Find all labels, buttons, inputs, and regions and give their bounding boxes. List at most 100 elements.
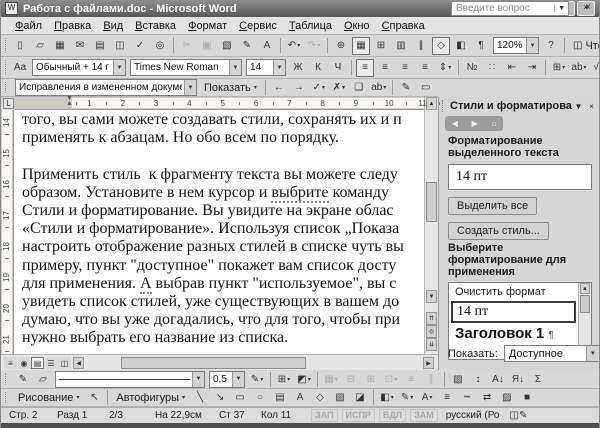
scroll-left-icon[interactable]: ◀ <box>73 357 84 369</box>
type-a-question-box[interactable]: Введите вопрос ▼ <box>451 1 569 16</box>
menu-tools[interactable]: Сервис <box>233 19 283 33</box>
read-mode-button[interactable]: ◫Чтение <box>568 37 600 54</box>
line-icon[interactable]: ╲ <box>191 389 209 407</box>
select-objects-icon[interactable]: ↖ <box>85 389 103 407</box>
equation-icon[interactable]: √α <box>590 59 600 77</box>
text-box-icon[interactable]: ▤ <box>271 389 289 407</box>
zoom-combobox[interactable]: 120%▼ <box>493 37 539 54</box>
menu-insert[interactable]: Вставка <box>129 19 182 33</box>
table-autoformat-icon[interactable]: ▨ <box>449 370 467 388</box>
drawing-icon[interactable]: ◇ <box>432 37 450 55</box>
diagram-icon[interactable]: ◇ <box>311 389 329 407</box>
bulleted-list-icon[interactable]: ∷ <box>483 59 501 77</box>
align-center-button[interactable]: ≡ <box>376 59 394 77</box>
save-icon[interactable]: ▦ <box>51 37 69 55</box>
oval-icon[interactable]: ○ <box>251 389 269 407</box>
merge-cells-icon[interactable]: ⊟ <box>342 370 360 388</box>
italic-button[interactable]: К <box>309 59 327 77</box>
numbered-list-icon[interactable]: № <box>463 59 481 77</box>
close-document-icon[interactable]: × <box>585 2 591 13</box>
autoshapes-menu-button[interactable]: Автофигуры <box>111 389 190 406</box>
chevron-down-icon[interactable]: ▼ <box>113 60 125 75</box>
scroll-up-icon[interactable]: ▲ <box>580 283 590 294</box>
arrow-style-icon[interactable]: ⇄ <box>478 389 496 407</box>
new-document-icon[interactable]: ▯ <box>11 37 29 55</box>
tab-stop-selector[interactable]: L <box>3 98 14 109</box>
sort-ascending-icon[interactable]: А↓ <box>489 370 507 388</box>
chevron-down-icon[interactable]: ▼ <box>192 372 204 387</box>
document-map-icon[interactable]: ◧ <box>452 37 470 55</box>
shadow-style-icon[interactable]: ▨ <box>498 389 516 407</box>
insert-excel-table-icon[interactable]: ▥ <box>392 37 410 55</box>
rectangle-icon[interactable]: ▭ <box>231 389 249 407</box>
bold-button[interactable]: Ж <box>289 59 307 77</box>
insert-picture-icon[interactable]: ◪ <box>351 389 369 407</box>
help-icon[interactable]: ? <box>542 37 560 55</box>
insert-table-icon[interactable]: ⊞ <box>372 37 390 55</box>
status-toggle-вдл[interactable]: ВДЛ <box>379 409 406 422</box>
accept-change-icon[interactable]: ✓ <box>310 79 328 97</box>
line-spacing-icon[interactable]: ⇕ <box>436 59 454 77</box>
line-style-combobox[interactable]: ▼ <box>55 371 205 388</box>
print-icon[interactable]: ▤ <box>91 37 109 55</box>
browse-next-icon[interactable]: ⇊ <box>426 338 437 351</box>
spelling-icon[interactable]: ✓ <box>131 37 149 55</box>
wordart-icon[interactable]: А <box>291 389 309 407</box>
arrow-icon[interactable]: ↘ <box>211 389 229 407</box>
redo-icon[interactable]: ↷ <box>305 37 323 55</box>
browse-previous-icon[interactable]: ⇈ <box>426 312 437 325</box>
hanging-indent-marker[interactable]: ▲ <box>66 100 73 107</box>
previous-change-icon[interactable]: ← <box>270 79 288 97</box>
dash-style-icon[interactable]: ┅ <box>458 389 476 407</box>
menu-file[interactable]: Файл <box>9 19 48 33</box>
insert-table-icon[interactable]: ▦ <box>322 370 340 388</box>
menu-window[interactable]: Окно <box>338 19 376 33</box>
3d-style-icon[interactable]: ■ <box>518 389 536 407</box>
drawing-menu-button[interactable]: Рисование <box>13 389 84 406</box>
web-layout-view-button[interactable]: ◉ <box>18 357 31 369</box>
chevron-down-icon[interactable]: ▼ <box>554 5 568 12</box>
outside-border-icon[interactable]: ⊞ <box>550 59 568 77</box>
print-preview-icon[interactable]: ◫ <box>111 37 129 55</box>
align-right-button[interactable]: ≡ <box>396 59 414 77</box>
document-page[interactable]: того, вы сами можете создавать стили, со… <box>14 110 424 354</box>
indent-markers[interactable]: ▼ ▲ <box>66 95 78 109</box>
split-cells-icon[interactable]: ⊞ <box>362 370 380 388</box>
home-icon[interactable]: ⌂ <box>491 119 496 128</box>
research-icon[interactable]: ◎ <box>151 37 169 55</box>
chevron-down-icon[interactable]: ▼ <box>526 38 538 53</box>
eraser-icon[interactable]: ▱ <box>34 370 52 388</box>
paste-icon[interactable]: ▧ <box>218 37 236 55</box>
text-direction-icon[interactable]: ↕ <box>469 370 487 388</box>
font-color-icon[interactable]: А <box>418 389 436 407</box>
horizontal-scrollbar-thumb[interactable] <box>121 357 306 369</box>
reading-layout-view-button[interactable]: ◫ <box>58 357 71 369</box>
vertical-scrollbar[interactable]: ▲ ▼ ⇈ ◎ ⇊ <box>424 97 438 354</box>
columns-icon[interactable]: ∥ <box>412 37 430 55</box>
styles-list-scrollbar-thumb[interactable] <box>580 295 590 313</box>
menu-format[interactable]: Формат <box>182 19 233 33</box>
underline-button[interactable]: Ч <box>329 59 347 77</box>
chevron-down-icon[interactable]: ▼ <box>232 372 244 387</box>
shading-color-icon[interactable]: ◩ <box>295 370 313 388</box>
line-weight-combobox[interactable]: 0,5▼ <box>209 371 245 388</box>
track-changes-icon[interactable]: ✎ <box>397 79 415 97</box>
current-formatting-field[interactable]: 14 пт <box>448 164 592 190</box>
cell-alignment-icon[interactable]: ⊡ <box>382 370 400 388</box>
scroll-right-icon[interactable]: ▶ <box>423 357 434 369</box>
clear-formatting-item[interactable]: Очистить формат <box>449 283 578 300</box>
task-pane-close-icon[interactable]: × <box>585 100 598 113</box>
highlight-icon[interactable]: ab <box>370 79 388 97</box>
reject-change-icon[interactable]: ✗ <box>330 79 348 97</box>
select-all-button[interactable]: Выделить все <box>448 197 537 215</box>
vertical-scrollbar-thumb[interactable] <box>426 182 437 222</box>
normal-view-button[interactable]: ≡ <box>4 357 17 369</box>
font-tool-icon[interactable]: А <box>258 37 276 55</box>
format-painter-icon[interactable]: ✎ <box>238 37 256 55</box>
border-color-icon[interactable]: ✎ <box>248 370 266 388</box>
back-icon[interactable]: ◀ <box>452 119 458 128</box>
clip-art-icon[interactable]: ▧ <box>331 389 349 407</box>
show-markup-button[interactable]: Показать <box>199 79 262 96</box>
increase-indent-icon[interactable]: ⇥ <box>523 59 541 77</box>
sort-descending-icon[interactable]: Я↓ <box>509 370 527 388</box>
